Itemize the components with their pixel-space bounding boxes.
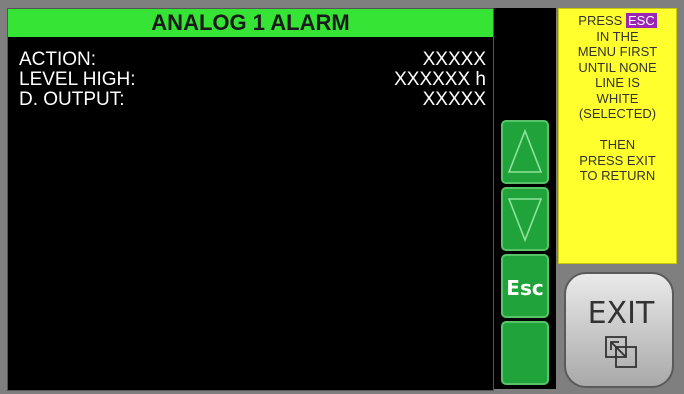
esc-label: Esc — [506, 276, 544, 300]
triangle-up-icon — [507, 128, 543, 173]
help-panel: PRESS ESC IN THE MENU FIRST UNTIL NONE L… — [558, 8, 677, 264]
help-line-blank — [559, 122, 676, 138]
help-line: IN THE — [596, 28, 639, 44]
help-line: THEN — [599, 137, 636, 152]
help-line: MENU FIRST — [577, 44, 658, 59]
row-label: LEVEL HIGH: — [19, 69, 136, 90]
down-button[interactable] — [501, 187, 549, 251]
row-label: ACTION: — [19, 49, 97, 70]
row-value: XXXXX — [422, 89, 486, 110]
blank-button[interactable] — [501, 321, 549, 385]
row-value: XXXXXX h — [394, 69, 486, 90]
esc-button[interactable]: Esc — [501, 254, 549, 318]
help-line: (SELECTED) — [578, 106, 657, 121]
help-line: WHITE — [596, 90, 639, 106]
help-line: TO RETURN — [579, 168, 656, 183]
up-button[interactable] — [501, 120, 549, 184]
esc-tag: ESC — [625, 13, 657, 28]
row-value: XXXXX — [422, 49, 486, 70]
row-d-output[interactable]: D. OUTPUT: XXXXX — [19, 89, 486, 111]
button-column: Esc — [494, 8, 556, 389]
row-action[interactable]: ACTION: XXXXX — [19, 49, 486, 71]
exit-button-wrap: EXIT — [564, 272, 674, 388]
help-line: LINE IS — [595, 75, 640, 90]
page-title: ANALOG 1 ALARM — [8, 9, 493, 37]
help-line: UNTIL NONE — [578, 59, 657, 75]
alarm-screen: ANALOG 1 ALARM ACTION: XXXXX LEVEL HIGH:… — [7, 8, 494, 391]
exit-button[interactable]: EXIT — [564, 272, 674, 388]
row-label: D. OUTPUT: — [19, 89, 125, 110]
row-level-high[interactable]: LEVEL HIGH: XXXXXX h — [19, 69, 486, 91]
help-press-text: PRESS — [578, 13, 623, 28]
help-line-press: PRESS ESC — [559, 13, 676, 29]
exit-arrow-icon — [605, 336, 637, 368]
exit-label: EXIT — [587, 296, 655, 331]
triangle-down-icon — [507, 198, 543, 243]
help-line: PRESS EXIT — [579, 152, 656, 168]
